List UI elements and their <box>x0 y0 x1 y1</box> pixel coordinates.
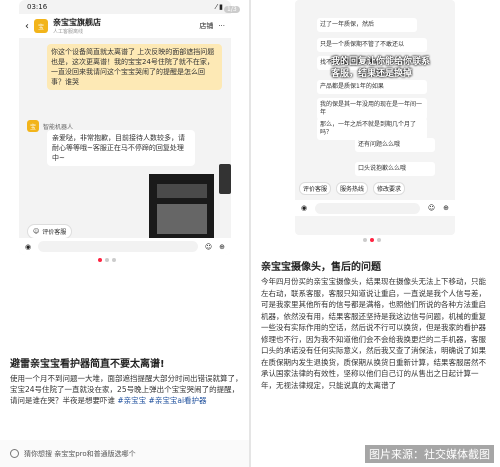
carousel-dot[interactable] <box>377 238 381 242</box>
status-icons: ⁄ ▮ <box>215 3 223 11</box>
carousel-dot[interactable] <box>363 238 367 242</box>
user-message: 你这个设备简直就太离谱了 上次反映的面部遮挡问题也是，这次更离谱！我的宝宝24号… <box>47 44 222 90</box>
left-post: 03:16 ⁄ ▮ ‹ 宝 亲宝宝旗舰店 人工客服离线 店铺 ··· 你这个设备… <box>0 0 249 467</box>
smile-icon: ☺ <box>33 228 40 235</box>
carousel-dot[interactable] <box>112 258 116 262</box>
search-suggestion-text: 猜你想搜 亲宝宝pro和普通版选哪个 <box>24 449 136 458</box>
carousel-dots <box>98 258 116 262</box>
chat-line: 过了一年质保，然后 <box>317 18 417 32</box>
chip-evaluate[interactable]: 评价客服 <box>299 182 332 195</box>
right-post: 过了一年质保，然后 只是一个质保期不管了不敢还以 找不到也是一直在使用 产品都是… <box>251 0 500 467</box>
chip-modify[interactable]: 修改要求 <box>373 182 406 195</box>
side-thumbnail[interactable] <box>219 164 231 194</box>
more-icon[interactable]: ··· <box>218 22 225 30</box>
carousel-dot[interactable] <box>105 258 109 262</box>
post-body-right: 今年四月份买的亲宝宝摄像头，结果现在摄像头无法上下移动，只能左右动，联系客服，客… <box>261 277 486 390</box>
chat-screenshot: 03:16 ⁄ ▮ ‹ 宝 亲宝宝旗舰店 人工客服离线 店铺 ··· 你这个设备… <box>19 0 231 255</box>
add-icon[interactable]: ⊕ <box>443 204 449 212</box>
add-icon[interactable]: ⊕ <box>219 243 225 251</box>
chat-toolbar: 评价客服 服务热线 修改要求 <box>295 182 455 195</box>
store-button[interactable]: 店铺 <box>199 21 213 31</box>
evaluate-service-button[interactable]: ☺ 评价客服 <box>27 224 73 239</box>
status-bar: 03:16 ⁄ ▮ <box>19 0 231 14</box>
shop-name: 亲宝宝旗舰店 <box>53 18 101 27</box>
post-title: 避雷亲宝宝看护器简直不要太离谱! <box>10 359 165 370</box>
overlay-caption: 我的回复让你能给你联系客服，结果还是换掉 <box>331 57 431 79</box>
image-credit: 图片来源：社交媒体截图 <box>365 445 494 463</box>
shop-status: 人工客服离线 <box>53 29 84 35</box>
search-suggestion[interactable]: 猜你想搜 亲宝宝pro和普通版选哪个 <box>0 440 249 467</box>
emoji-icon[interactable]: ☺ <box>428 204 435 212</box>
chat-line: 只是一个质保期不管了不敢还以 <box>317 38 427 52</box>
carousel-dots-right <box>363 238 381 242</box>
chat-screenshot-right: 过了一年质保，然后 只是一个质保期不管了不敢还以 找不到也是一直在使用 产品都是… <box>295 0 455 235</box>
chat-line: 产品都是质保1年的如果 <box>317 80 427 94</box>
chat-input[interactable] <box>38 241 198 252</box>
status-time: 03:16 <box>27 3 48 11</box>
shop-avatar: 宝 <box>34 19 48 33</box>
search-icon <box>10 449 19 458</box>
post-tags[interactable]: #亲宝宝 #亲宝宝ai看护器 <box>117 396 206 405</box>
image-counter: 1/3 <box>224 6 240 13</box>
voice-icon[interactable]: ◉ <box>301 204 307 212</box>
chat-line: 还有问题么么哦 <box>355 138 435 152</box>
back-icon[interactable]: ‹ <box>25 21 29 32</box>
bot-avatar-icon: 宝 <box>27 120 39 132</box>
evaluate-label: 评价客服 <box>42 229 67 236</box>
voice-icon[interactable]: ◉ <box>25 243 31 251</box>
chat-input-right[interactable] <box>315 202 420 214</box>
chat-input-bar: ◉ ☺ ⊕ <box>19 238 231 255</box>
chat-line: 那么，一年之后不就是到期几个月了吗？ <box>317 118 427 140</box>
carousel-dot[interactable] <box>98 258 102 262</box>
bot-message: 亲爱哒，非常抱歉，目前接待人数较多，请耐心等等哦~客服正在马不停蹄的回复处理中~ <box>47 130 195 166</box>
post-title-right: 亲宝宝摄像头，售后的问题 <box>261 262 381 273</box>
chat-line: 口头说抱歉么么哦 <box>355 162 435 176</box>
post-body: 使用一个月不到问题一大堆，面部遮挡提醒大部分时间出错误就算了，宝宝24号住院了一… <box>10 373 243 406</box>
chat-header: ‹ 宝 亲宝宝旗舰店 人工客服离线 店铺 ··· <box>19 14 231 38</box>
chat-input-bar-right: ◉ ☺ ⊕ <box>295 200 455 216</box>
carousel-dot[interactable] <box>370 238 374 242</box>
emoji-icon[interactable]: ☺ <box>205 243 212 251</box>
chip-hotline[interactable]: 服务热线 <box>336 182 369 195</box>
chat-line: 我的保是其一年没用的现在是一年间一年 <box>317 98 427 120</box>
